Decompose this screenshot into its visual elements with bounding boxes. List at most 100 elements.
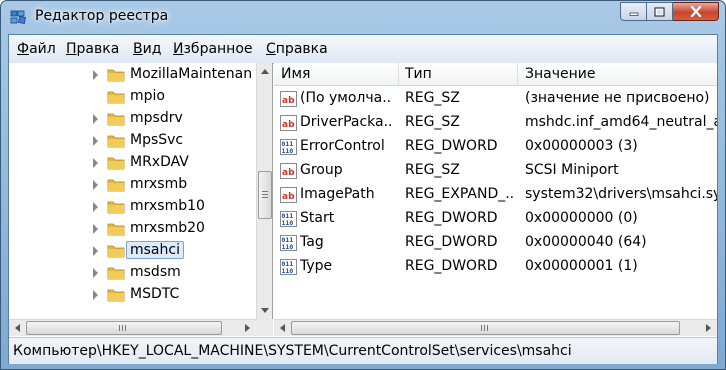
folder-icon (107, 157, 125, 170)
expand-arrow-icon[interactable] (93, 202, 98, 212)
scroll-down-icon[interactable] (261, 308, 269, 313)
string-value-icon: ab (280, 115, 297, 131)
column-divider[interactable] (517, 63, 518, 85)
grip-line (262, 191, 268, 192)
tree-item[interactable]: mrxsmb10 (9, 196, 254, 218)
tree-item[interactable]: MSDTC (9, 284, 254, 306)
value-row[interactable]: 011 110 Tag REG_DWORD 0x00000040 (64) (274, 231, 717, 255)
value-row[interactable]: ab ImagePath REG_EXPAND_... system32\driver… (274, 183, 717, 207)
scroll-left-icon[interactable] (15, 324, 20, 332)
value-row[interactable]: ab (По умолча... REG_SZ (значение не присво… (274, 87, 717, 111)
minimize-button[interactable] (620, 2, 647, 21)
tree-item[interactable]: MRxDAV (9, 152, 254, 174)
menu-help-mnemonic: С (266, 41, 276, 57)
value-row[interactable]: 011 110 Type REG_DWORD 0x00000001 (1) (274, 255, 717, 279)
value-type: REG_DWORD (405, 258, 498, 274)
tree-item[interactable]: MozillaMaintenan (9, 64, 254, 86)
folder-icon (107, 201, 125, 214)
value-name: DriverPacka... (300, 114, 392, 130)
menu-favorites[interactable]: Избранное (173, 41, 253, 57)
values-list[interactable]: Имя Тип Значение ab (По умолча... REG_SZ (з… (274, 63, 717, 319)
menu-file-mnemonic: Ф (17, 41, 30, 57)
menu-file-label: айл (29, 41, 56, 57)
tree-hscroll-thumb[interactable] (26, 321, 222, 335)
value-row[interactable]: 011 110 ErrorControl REG_DWORD 0x00000003 (3… (274, 135, 717, 159)
tree-item-label: mpsdrv (130, 110, 183, 126)
tree-vertical-scrollbar[interactable] (256, 63, 272, 319)
grip-line (484, 325, 485, 331)
tree-item[interactable]: mpio (9, 86, 254, 108)
expand-arrow-icon[interactable] (93, 246, 98, 256)
folder-icon (107, 135, 125, 148)
tree-scroll-thumb[interactable] (258, 171, 272, 219)
expand-arrow-icon[interactable] (93, 290, 98, 300)
value-name: ErrorControl (300, 138, 385, 154)
grip-line (122, 325, 123, 331)
column-divider[interactable] (398, 63, 399, 85)
tree-item-label: MpsSvc (130, 132, 184, 148)
svg-text:110: 110 (282, 147, 294, 155)
grip-line (125, 325, 126, 331)
close-button[interactable] (673, 2, 719, 21)
scroll-right-icon[interactable] (706, 324, 711, 332)
menu-favorites-label: збранное (183, 41, 253, 57)
title-bar[interactable]: Редактор реестра (1, 1, 725, 33)
expand-arrow-icon[interactable] (93, 158, 98, 168)
value-type: REG_DWORD (405, 234, 498, 250)
folder-icon (107, 245, 125, 258)
tree-item-label: msdsm (130, 264, 181, 280)
value-type: REG_EXPAND_... (405, 186, 513, 202)
expand-arrow-icon[interactable] (93, 70, 98, 80)
list-hscroll-thumb[interactable] (291, 321, 680, 335)
registry-editor-icon (10, 10, 26, 25)
tree-item[interactable]: mpsdrv (9, 108, 254, 130)
column-data[interactable]: Значение (525, 66, 595, 82)
value-row[interactable]: 011 110 Start REG_DWORD 0x00000000 (0) (274, 207, 717, 231)
tree-item[interactable]: mrxsmb (9, 174, 254, 196)
expand-arrow-icon[interactable] (93, 136, 98, 146)
value-name: (По умолча... (300, 90, 392, 106)
value-data: SCSI Miniport (525, 162, 619, 178)
grip-line (119, 325, 120, 331)
scroll-left-icon[interactable] (280, 324, 285, 332)
key-tree[interactable]: MozillaMaintenan mpio mpsdrv MpsSvc MRxDAV mr… (9, 63, 273, 336)
minimize-icon (629, 12, 638, 16)
menu-edit[interactable]: Правка (66, 41, 119, 57)
tree-item-label: MozillaMaintenan (130, 66, 253, 82)
scrollbar-corner (256, 319, 273, 336)
expand-arrow-icon[interactable] (93, 114, 98, 124)
value-type: REG_SZ (405, 162, 460, 178)
expand-arrow-icon[interactable] (93, 224, 98, 234)
column-name[interactable]: Имя (281, 66, 310, 82)
menu-view[interactable]: Вид (133, 41, 161, 57)
tree-item[interactable]: mrxsmb20 (9, 218, 254, 240)
list-horizontal-scrollbar[interactable] (274, 319, 717, 336)
column-type[interactable]: Тип (405, 66, 432, 82)
svg-text:110: 110 (282, 267, 294, 275)
value-type: REG_SZ (405, 114, 460, 130)
caption-buttons (620, 2, 719, 22)
tree-item-label: mrxsmb10 (130, 198, 205, 214)
maximize-button[interactable] (647, 2, 673, 21)
tree-item-label: mrxsmb (130, 176, 188, 192)
value-data: 0x00000001 (1) (525, 258, 638, 274)
expand-arrow-icon[interactable] (93, 180, 98, 190)
key-path: Компьютер\HKEY_LOCAL_MACHINE\SYSTEM\Curr… (13, 343, 572, 359)
svg-text:ab: ab (282, 168, 295, 178)
expand-arrow-icon[interactable] (93, 268, 98, 278)
svg-text:ab: ab (282, 120, 295, 130)
value-row[interactable]: ab Group REG_SZ SCSI Miniport (274, 159, 717, 183)
scroll-up-icon[interactable] (261, 69, 269, 74)
folder-icon (107, 113, 125, 126)
menu-help[interactable]: Справка (266, 41, 328, 57)
scroll-right-icon[interactable] (245, 324, 250, 332)
value-data: 0x00000003 (3) (525, 138, 638, 154)
tree-item[interactable]: msahci (9, 240, 254, 262)
menu-file[interactable]: Файл (17, 41, 56, 57)
value-data: (значение не присвоено) (525, 90, 710, 106)
grip-line (262, 197, 268, 198)
tree-horizontal-scrollbar[interactable] (9, 319, 256, 336)
tree-item[interactable]: msdsm (9, 262, 254, 284)
value-row[interactable]: ab DriverPacka... REG_SZ mshdc.inf_amd64_ne… (274, 111, 717, 135)
tree-item[interactable]: MpsSvc (9, 130, 254, 152)
